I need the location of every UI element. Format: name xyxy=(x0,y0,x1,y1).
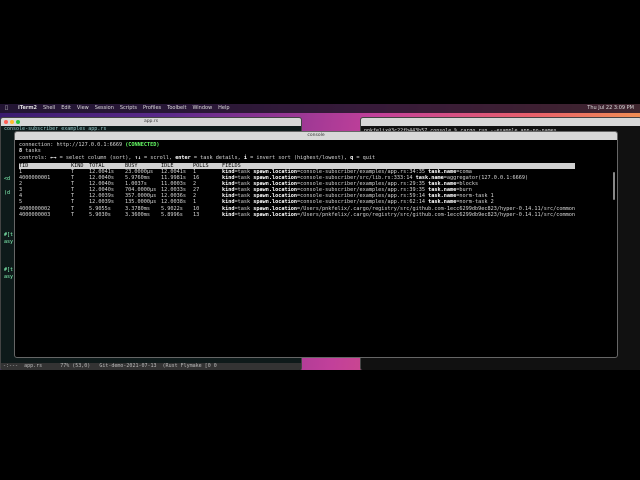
connection-label: connection: http://127.0.0.1:6669 xyxy=(19,142,126,148)
field-key: task.name xyxy=(428,193,457,200)
editor-titlebar[interactable]: app.rs xyxy=(1,118,301,126)
menu-item-view[interactable]: View xyxy=(77,105,89,111)
field-key: kind xyxy=(222,181,235,188)
field-value: =norm-task 2 xyxy=(456,199,494,206)
field-value: =task xyxy=(234,205,254,212)
apple-icon[interactable]:  xyxy=(5,104,8,113)
field-value: =norm-task 1 xyxy=(456,193,494,200)
field-value: =task xyxy=(234,181,254,188)
task-table[interactable]: TID KIND TOTAL BUSY IDLE POLLS FIELDS 1 T 12.004… xyxy=(19,162,575,218)
menu-bar:  iTerm2 Shell Edit View Session Scripts Profi… xyxy=(0,104,640,113)
editor-status-bar: -:--- app.rs 77% (53,0) Git-demo-2021-07… xyxy=(1,363,301,370)
field-key: spawn.location xyxy=(253,181,297,188)
connection-status: (CONNECTED) xyxy=(125,142,160,148)
controls-text: = quit xyxy=(353,154,376,161)
menu-item-profiles[interactable]: Profiles xyxy=(143,105,161,111)
field-key: spawn.location xyxy=(253,168,297,175)
task-polls: 13 xyxy=(193,211,200,218)
field-key: spawn.location xyxy=(253,205,297,212)
console-title: console xyxy=(307,133,325,138)
field-value: =/Users/pnkfelix/.cargo/registry/src/git… xyxy=(296,211,575,218)
controls-text: controls: xyxy=(19,154,51,161)
field-key: kind xyxy=(222,211,235,218)
field-value: =console-subscriber/examples/app.rs:34:3… xyxy=(296,168,429,175)
window-controls xyxy=(4,120,22,128)
field-value: =burn xyxy=(456,187,472,194)
field-key: kind xyxy=(222,205,235,212)
menu-items: iTerm2 Shell Edit View Session Scripts Profile… xyxy=(18,104,236,113)
controls-text: = invert sort (highest/lowest), xyxy=(247,154,351,161)
field-key: spawn.location xyxy=(253,175,297,182)
controls-text: = scroll, xyxy=(140,154,176,161)
field-value: =task xyxy=(234,211,254,218)
scrollbar[interactable] xyxy=(613,172,615,200)
task-busy: 3.3600ms xyxy=(125,211,150,218)
task-busy: 135.0000µs xyxy=(125,199,157,206)
console-header: connection: http://127.0.0.1:6669 (CONNE… xyxy=(15,140,617,163)
field-key: kind xyxy=(222,168,235,175)
task-table-body[interactable]: 1 T 12.0041s 23.0000µs 12.0041s 1 kind=task sp… xyxy=(19,169,575,218)
console-titlebar[interactable]: console xyxy=(15,132,617,140)
menu-item-help[interactable]: Help xyxy=(218,105,229,111)
controls-text: = task details, xyxy=(190,154,244,161)
field-key: spawn.location xyxy=(253,187,297,194)
menu-item-shell[interactable]: Shell xyxy=(43,105,55,111)
menu-item-edit[interactable]: Edit xyxy=(61,105,71,111)
editor-title: app.rs xyxy=(143,119,159,124)
field-value: =console-subscriber/examples/app.rs:62:1… xyxy=(296,199,429,206)
field-key: kind xyxy=(222,193,235,200)
field-value: =task xyxy=(234,199,254,206)
zoom-window-icon[interactable] xyxy=(16,120,20,124)
menu-item-toolbelt[interactable]: Toolbelt xyxy=(167,105,186,111)
field-value: =console-subscriber/src/lib.rs:333:14 xyxy=(296,175,416,182)
field-key: spawn.location xyxy=(253,199,297,206)
terminal-titlebar[interactable] xyxy=(361,118,640,126)
field-key: task.name xyxy=(428,187,457,194)
task-fields: kind=task spawn.location=/Users/pnkfelix… xyxy=(218,212,575,218)
field-key: kind xyxy=(222,175,235,182)
field-value: =aggregator(127.0.0.1:6669) xyxy=(443,175,529,182)
controls-help: controls: ←→ = select column (sort), ↑↓ … xyxy=(19,155,375,161)
field-value: =task xyxy=(234,193,254,200)
field-value: =console-subscriber/examples/app.rs:59:1… xyxy=(296,193,429,200)
task-row[interactable]: 4000000003 T 5.9030s 3.3600ms 5.8996s 13 kind=… xyxy=(19,212,575,218)
menu-item-session[interactable]: Session xyxy=(95,105,114,111)
task-tid: 4000000003 xyxy=(19,211,51,218)
field-value: =coma xyxy=(456,168,472,175)
field-key: spawn.location xyxy=(253,193,297,200)
field-value: =task xyxy=(234,175,254,182)
task-idle: 5.8996s xyxy=(161,211,183,218)
controls-key: enter xyxy=(175,154,191,161)
field-value: =/Users/pnkfelix/.cargo/registry/src/git… xyxy=(296,205,575,212)
close-window-icon[interactable] xyxy=(4,120,8,124)
menu-item-scripts[interactable]: Scripts xyxy=(120,105,137,111)
field-value: =task xyxy=(234,168,254,175)
task-total: 5.9030s xyxy=(89,211,111,218)
field-key: kind xyxy=(222,199,235,206)
controls-text: = select column (sort), xyxy=(56,154,135,161)
task-count-label: tasks xyxy=(22,148,41,155)
console-window[interactable]: console connection: http://127.0.0.1:666… xyxy=(14,131,618,358)
field-key: kind xyxy=(222,187,235,194)
field-key: task.name xyxy=(415,175,444,182)
field-key: task.name xyxy=(428,181,457,188)
field-value: =task xyxy=(234,187,254,194)
field-value: =console-subscriber/examples/app.rs:39:3… xyxy=(296,187,429,194)
minimize-window-icon[interactable] xyxy=(10,120,14,124)
task-kind: T xyxy=(71,211,75,218)
desktop:  iTerm2 Shell Edit View Session Scripts Profi… xyxy=(0,104,640,370)
menu-clock: Thu Jul 22 3:09 PM xyxy=(587,105,634,111)
field-value: =console-subscriber/examples/app.rs:29:3… xyxy=(296,181,429,188)
menu-item-iterm2[interactable]: iTerm2 xyxy=(18,105,37,111)
field-key: task.name xyxy=(428,199,457,206)
field-key: task.name xyxy=(428,168,457,175)
field-value: =blocks xyxy=(456,181,479,188)
field-key: spawn.location xyxy=(253,211,297,218)
menu-item-window[interactable]: Window xyxy=(192,105,212,111)
